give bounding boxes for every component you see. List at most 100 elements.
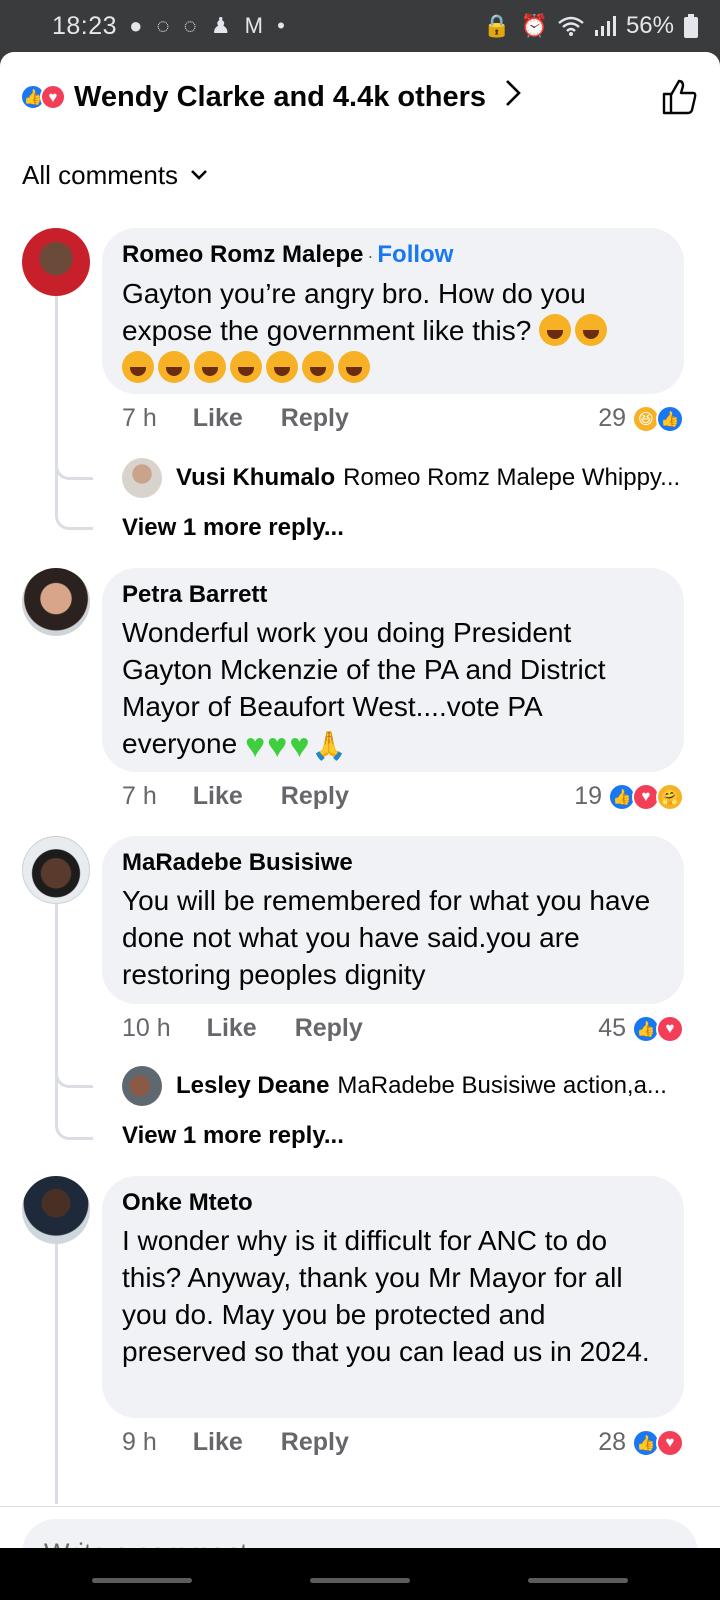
comment-time[interactable]: 9 h xyxy=(122,1428,157,1457)
author-name[interactable]: Romeo Romz Malepe xyxy=(122,241,363,268)
praying-hands-emoji: 🙏 xyxy=(311,730,347,761)
reply-text: Romeo Romz Malepe Whippy... xyxy=(343,464,681,491)
comment-actions: 9 h Like Reply 28 👍 ♥ xyxy=(122,1428,684,1457)
comment-author[interactable]: MaRadebe Busisiwe xyxy=(122,848,664,878)
green-heart-emoji: ♥ xyxy=(267,727,288,765)
reply-button[interactable]: Reply xyxy=(281,404,349,433)
reply-author[interactable]: Lesley Deane xyxy=(176,1072,329,1100)
status-time: 18:23 xyxy=(52,11,118,40)
reaction-count-value: 19 xyxy=(574,782,602,810)
thread-branch xyxy=(55,1028,93,1088)
comment-bubble: Onke Mteto I wonder why is it difficult … xyxy=(102,1176,684,1418)
green-heart-emoji: ♥ xyxy=(244,727,266,765)
signal-icon xyxy=(594,16,616,36)
reaction-count-value: 29 xyxy=(598,404,626,432)
tears-of-joy-emoji xyxy=(338,351,370,383)
reactions-text: Wendy Clarke and 4.4k others xyxy=(74,80,487,113)
thread-branch xyxy=(55,1082,93,1140)
comment-actions: 10 h Like Reply 45 👍 ♥ xyxy=(122,1014,684,1043)
reaction-count[interactable]: 45 👍 ♥ xyxy=(598,1014,684,1043)
like-reaction-icon: 👍 xyxy=(656,404,684,433)
nav-home-button[interactable] xyxy=(310,1578,410,1583)
reply-author[interactable]: Vusi Khumalo xyxy=(176,464,335,492)
alarm-icon: ⏰ xyxy=(520,13,548,38)
comment-bubble: Petra Barrett Wonderful work you doing P… xyxy=(102,568,684,772)
chevron-down-icon xyxy=(190,164,208,187)
care-reaction-icon: 🤗 xyxy=(656,782,684,811)
avatar[interactable] xyxy=(22,1176,90,1244)
like-comment-button[interactable]: Like xyxy=(207,1014,257,1043)
like-comment-button[interactable]: Like xyxy=(193,1428,243,1457)
comments-sheet: 👍 ♥ Wendy Clarke and 4.4k others All com… xyxy=(0,52,720,1600)
nav-back-button[interactable] xyxy=(528,1578,628,1583)
avatar[interactable] xyxy=(22,836,90,904)
rolling-laughing-emoji xyxy=(575,314,608,346)
system-nav-bar xyxy=(0,1548,720,1600)
separator-dot: · xyxy=(367,246,374,266)
reply-text: MaRadebe Busisiwe action,a... xyxy=(337,1072,667,1099)
status-right: 🔒 ⏰ 56% xyxy=(483,12,698,40)
thumbs-up-icon xyxy=(662,79,697,115)
reaction-count-value: 45 xyxy=(598,1014,626,1042)
avatar[interactable] xyxy=(22,568,90,636)
like-post-button[interactable] xyxy=(658,76,700,118)
reply-button[interactable]: Reply xyxy=(281,1428,349,1457)
comment-text: Gayton you’re angry bro. How do you expo… xyxy=(122,275,664,386)
chevron-right-icon[interactable] xyxy=(504,78,522,116)
comment-bubble: Romeo Romz Malepe · Follow Gayton you’re a… xyxy=(102,228,684,394)
reaction-icons: 👍 ♥ xyxy=(20,84,66,110)
comment-actions: 7 h Like Reply 29 😆 👍 xyxy=(122,404,684,433)
reaction-count[interactable]: 29 😆 👍 xyxy=(598,404,684,433)
comment-actions: 7 h Like Reply 19 👍 ♥ 🤗 xyxy=(122,782,684,811)
comment-bubble: MaRadebe Busisiwe You will be remembered… xyxy=(102,836,684,1004)
green-heart-emoji: ♥ xyxy=(289,727,310,765)
tears-of-joy-emoji xyxy=(266,351,298,383)
tears-of-joy-emoji xyxy=(194,351,226,383)
avatar[interactable] xyxy=(122,458,162,498)
reaction-count-value: 28 xyxy=(598,1428,626,1456)
tears-of-joy-emoji xyxy=(230,351,262,383)
reply-preview[interactable]: Vusi Khumalo Romeo Romz Malepe Whippy... xyxy=(122,458,684,498)
comment-text: I wonder why is it difficult for ANC to … xyxy=(122,1225,650,1367)
comment-author[interactable]: Onke Mteto xyxy=(122,1188,664,1218)
notification-icons: ● ◌ ◌ ♟ M • xyxy=(129,13,289,38)
reaction-count[interactable]: 28 👍 ♥ xyxy=(598,1428,684,1457)
rolling-laughing-emoji xyxy=(158,351,190,383)
sort-label: All comments xyxy=(22,160,179,190)
reactions-summary[interactable]: 👍 ♥ Wendy Clarke and 4.4k others xyxy=(20,74,700,120)
reply-button[interactable]: Reply xyxy=(295,1014,363,1043)
thread-branch xyxy=(55,472,93,530)
battery-level: 56% xyxy=(625,12,674,39)
wifi-icon xyxy=(558,16,584,36)
avatar[interactable] xyxy=(22,228,90,296)
rolling-laughing-emoji xyxy=(122,351,154,383)
reply-button[interactable]: Reply xyxy=(281,782,349,811)
reply-preview[interactable]: Lesley Deane MaRadebe Busisiwe action,a.… xyxy=(122,1066,684,1106)
comment-text-content: Gayton you’re angry bro. How do you expo… xyxy=(122,278,586,346)
comment-sort-dropdown[interactable]: All comments xyxy=(22,160,208,191)
comment-author[interactable]: Petra Barrett xyxy=(122,580,664,610)
view-more-replies[interactable]: View 1 more reply... xyxy=(122,1122,344,1150)
battery-icon xyxy=(684,14,698,38)
reaction-count[interactable]: 19 👍 ♥ 🤗 xyxy=(574,782,684,811)
like-comment-button[interactable]: Like xyxy=(193,404,243,433)
tears-of-joy-emoji xyxy=(302,351,334,383)
rolling-laughing-emoji xyxy=(539,314,572,346)
follow-button[interactable]: Follow xyxy=(377,241,453,268)
love-reaction-icon: ♥ xyxy=(40,84,66,110)
comment-text: Wonderful work you doing President Gayto… xyxy=(122,614,664,765)
comment-time[interactable]: 7 h xyxy=(122,782,157,811)
comment-time[interactable]: 7 h xyxy=(122,404,157,433)
love-reaction-icon: ♥ xyxy=(656,1428,684,1457)
comment-author[interactable]: Romeo Romz Malepe · Follow xyxy=(122,240,664,271)
thread-line xyxy=(55,1244,58,1504)
love-reaction-icon: ♥ xyxy=(656,1014,684,1043)
comment-time[interactable]: 10 h xyxy=(122,1014,171,1043)
comment-text: You will be remembered for what you have… xyxy=(122,885,651,990)
view-more-replies[interactable]: View 1 more reply... xyxy=(122,514,344,542)
nav-recents-button[interactable] xyxy=(92,1578,192,1583)
avatar[interactable] xyxy=(122,1066,162,1106)
lock-icon: 🔒 xyxy=(483,13,511,38)
like-comment-button[interactable]: Like xyxy=(193,782,243,811)
status-bar: 18:23 ● ◌ ◌ ♟ M • 🔒 ⏰ 56% xyxy=(0,0,720,52)
